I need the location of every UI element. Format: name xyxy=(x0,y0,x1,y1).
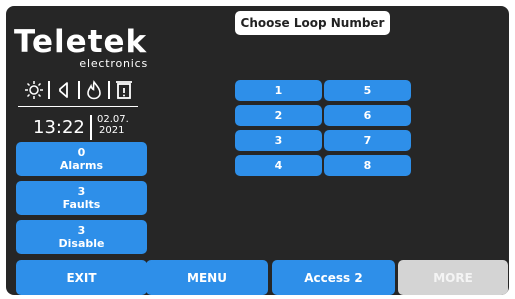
icon-divider xyxy=(78,81,80,99)
clock-time: 13:22 xyxy=(33,117,85,138)
faults-button[interactable]: 3 Faults xyxy=(16,181,147,215)
sun-icon xyxy=(24,80,44,100)
faults-label: Faults xyxy=(62,198,101,211)
menu-button[interactable]: MENU xyxy=(146,260,268,295)
clock-date-day-month: 02.07. xyxy=(97,114,129,125)
loop-8-button[interactable]: 8 xyxy=(324,155,411,176)
loop-6-button[interactable]: 6 xyxy=(324,105,411,126)
loop-5-button[interactable]: 5 xyxy=(324,80,411,101)
fire-icon xyxy=(84,80,104,100)
door-icon xyxy=(114,80,134,100)
page-title: Choose Loop Number xyxy=(235,11,390,35)
loop-2-button[interactable]: 2 xyxy=(235,105,322,126)
disable-label: Disable xyxy=(58,237,105,250)
panel-screen: Teletek electronics 13:22 02.07. 2021 0 … xyxy=(6,6,509,295)
access-level-button[interactable]: Access 2 xyxy=(272,260,395,295)
brand-subtitle: electronics xyxy=(79,57,148,70)
loop-4-button[interactable]: 4 xyxy=(235,155,322,176)
clock-divider xyxy=(90,115,92,140)
disable-button[interactable]: 3 Disable xyxy=(16,220,147,254)
clock-date: 02.07. 2021 xyxy=(97,114,129,136)
icon-divider xyxy=(48,81,50,99)
speaker-icon xyxy=(54,80,74,100)
divider-line xyxy=(18,106,138,107)
more-button: MORE xyxy=(398,260,508,295)
disable-count: 3 xyxy=(77,224,86,237)
loop-7-button[interactable]: 7 xyxy=(324,130,411,151)
alarms-button[interactable]: 0 Alarms xyxy=(16,142,147,176)
exit-button[interactable]: EXIT xyxy=(16,260,147,295)
alarms-label: Alarms xyxy=(59,159,104,172)
icon-divider xyxy=(108,81,110,99)
status-icons xyxy=(24,76,134,104)
alarms-count: 0 xyxy=(77,146,86,159)
clock-date-year: 2021 xyxy=(99,125,125,136)
loop-3-button[interactable]: 3 xyxy=(235,130,322,151)
brand-logo: Teletek xyxy=(14,24,148,60)
faults-count: 3 xyxy=(77,185,86,198)
loop-1-button[interactable]: 1 xyxy=(235,80,322,101)
